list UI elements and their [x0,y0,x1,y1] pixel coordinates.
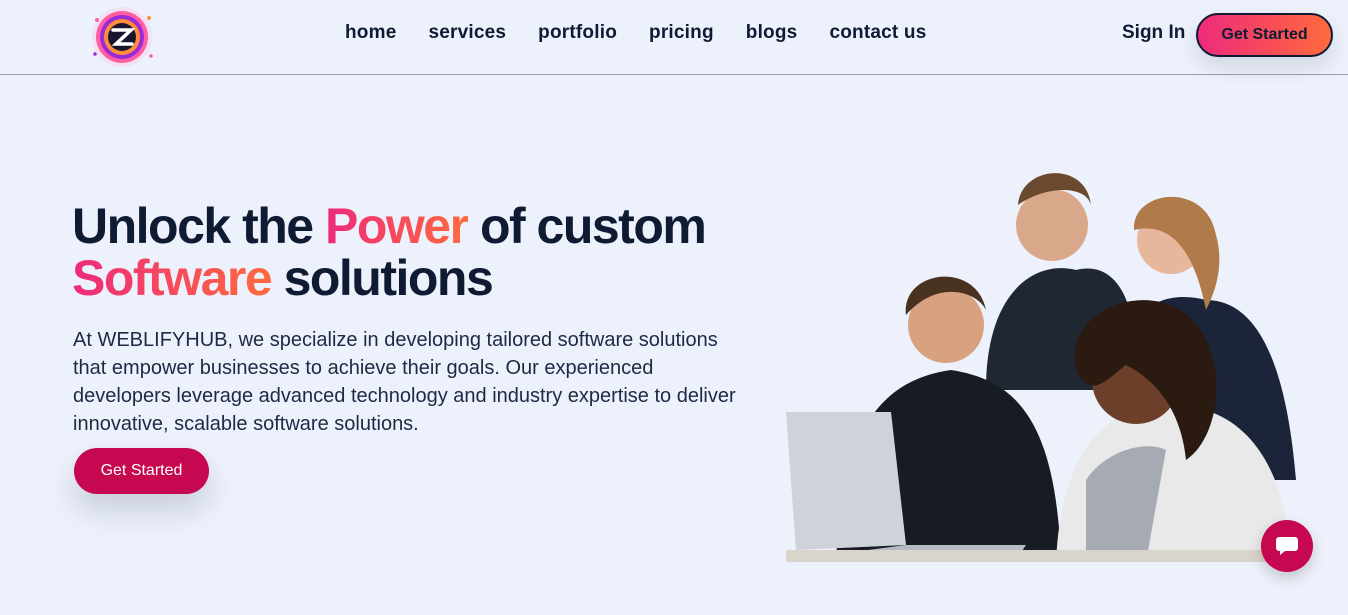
site-header: home services portfolio pricing blogs co… [0,0,1348,75]
hero-description: At WEBLIFYHUB, we specialize in developi… [73,329,736,435]
brand-logo-icon[interactable] [83,0,161,72]
nav-pricing-link[interactable]: pricing [649,22,714,44]
hero-get-started-button[interactable]: Get Started [74,448,209,494]
nav-services-link[interactable]: services [428,22,506,44]
header-get-started-button[interactable]: Get Started [1196,13,1333,57]
sign-in-link[interactable]: Sign In [1122,22,1185,44]
hero-title-part-1: Unlock the [72,198,325,254]
hero-title-part-2: of custom [467,198,707,254]
nav-home-link[interactable]: home [345,22,396,44]
hero-title: Unlock the Power of custom Software solu… [72,200,792,304]
chat-bubble-icon [1276,537,1298,555]
nav-contact-us-link[interactable]: contact us [829,22,926,44]
hero-team-photo [786,150,1308,562]
nav-portfolio-link[interactable]: portfolio [538,22,617,44]
nav-blogs-link[interactable]: blogs [746,22,798,44]
main-nav: home services portfolio pricing blogs co… [345,22,958,44]
hero-title-part-3: solutions [271,250,494,306]
hero-title-highlight-software: Software [72,250,273,306]
hero-title-highlight-power: Power [324,198,469,254]
chat-widget-button[interactable] [1261,520,1313,572]
